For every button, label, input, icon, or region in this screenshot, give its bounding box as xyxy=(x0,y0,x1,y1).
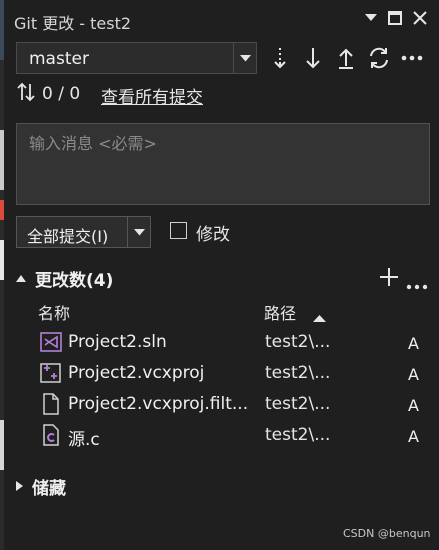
sort-ascending-icon xyxy=(313,307,326,326)
file-name: Project2.sln xyxy=(68,332,167,352)
chevron-down-icon[interactable] xyxy=(233,43,256,73)
list-item[interactable]: Project2.sln test2\... A xyxy=(4,328,439,359)
dropdown-arrow-icon[interactable] xyxy=(361,8,381,28)
file-path: test2\... xyxy=(265,425,331,445)
status-badge: A xyxy=(408,334,419,353)
more-icon[interactable] xyxy=(398,44,426,72)
cpp-project-icon xyxy=(40,362,62,384)
maximize-icon[interactable] xyxy=(385,8,405,28)
window-title: Git 更改 - test2 xyxy=(14,14,132,33)
status-badge: A xyxy=(408,365,419,384)
collapsed-triangle-icon xyxy=(16,481,23,491)
branch-name: master xyxy=(29,49,89,69)
close-icon[interactable] xyxy=(410,8,430,28)
changes-count-label: 更改数(4) xyxy=(35,270,114,291)
commit-message-placeholder: 输入消息 <必需> xyxy=(29,134,157,153)
column-header-name[interactable]: 名称 xyxy=(38,300,70,324)
outgoing-incoming-count: 0 / 0 xyxy=(42,84,81,104)
amend-label[interactable]: 修改 xyxy=(196,220,230,245)
status-badge: A xyxy=(408,396,419,415)
commit-all-label: 全部提交(I) xyxy=(27,227,109,246)
fetch-icon[interactable] xyxy=(266,44,294,72)
list-item[interactable]: Project2.vcxproj test2\... A xyxy=(4,359,439,390)
c-source-file-icon xyxy=(40,424,62,446)
file-name: 源.c xyxy=(68,430,100,450)
commit-message-input[interactable]: 输入消息 <必需> xyxy=(16,123,430,205)
document-file-icon xyxy=(40,393,62,415)
pull-icon[interactable] xyxy=(299,44,327,72)
file-path: test2\... xyxy=(265,363,331,383)
watermark: CSDN @benqun xyxy=(343,527,431,540)
plus-icon[interactable] xyxy=(378,266,400,288)
column-header-path[interactable]: 路径 xyxy=(264,300,296,324)
amend-checkbox[interactable] xyxy=(170,222,187,239)
file-path: test2\... xyxy=(265,332,331,352)
push-icon[interactable] xyxy=(332,44,360,72)
expanded-triangle-icon xyxy=(16,274,26,282)
branch-dropdown[interactable]: master xyxy=(16,42,257,74)
changes-section-header[interactable]: 更改数(4) xyxy=(16,266,114,291)
sync-status: 0 / 0 xyxy=(16,82,80,106)
sync-icon[interactable] xyxy=(365,44,393,72)
file-name: Project2.vcxproj.filt... xyxy=(68,394,248,414)
up-down-arrows-icon xyxy=(16,82,36,107)
commit-all-button[interactable]: 全部提交(I) xyxy=(16,216,151,248)
list-item[interactable]: 源.c test2\... A xyxy=(4,421,439,452)
git-changes-panel: Git 更改 - test2 master 0 / 0 查看所有提交 输入消息 … xyxy=(4,0,439,550)
stash-label: 储藏 xyxy=(32,478,66,499)
chevron-down-icon[interactable] xyxy=(127,217,150,247)
more-icon[interactable] xyxy=(406,275,428,290)
title-bar: Git 更改 - test2 xyxy=(4,0,439,36)
solution-file-icon xyxy=(40,331,62,353)
status-badge: A xyxy=(408,427,419,446)
file-path: test2\... xyxy=(265,394,331,414)
view-all-commits-link[interactable]: 查看所有提交 xyxy=(101,83,203,108)
list-item[interactable]: Project2.vcxproj.filt... test2\... A xyxy=(4,390,439,421)
stash-section-header[interactable]: 储藏 xyxy=(16,474,66,499)
file-name: Project2.vcxproj xyxy=(68,363,205,383)
